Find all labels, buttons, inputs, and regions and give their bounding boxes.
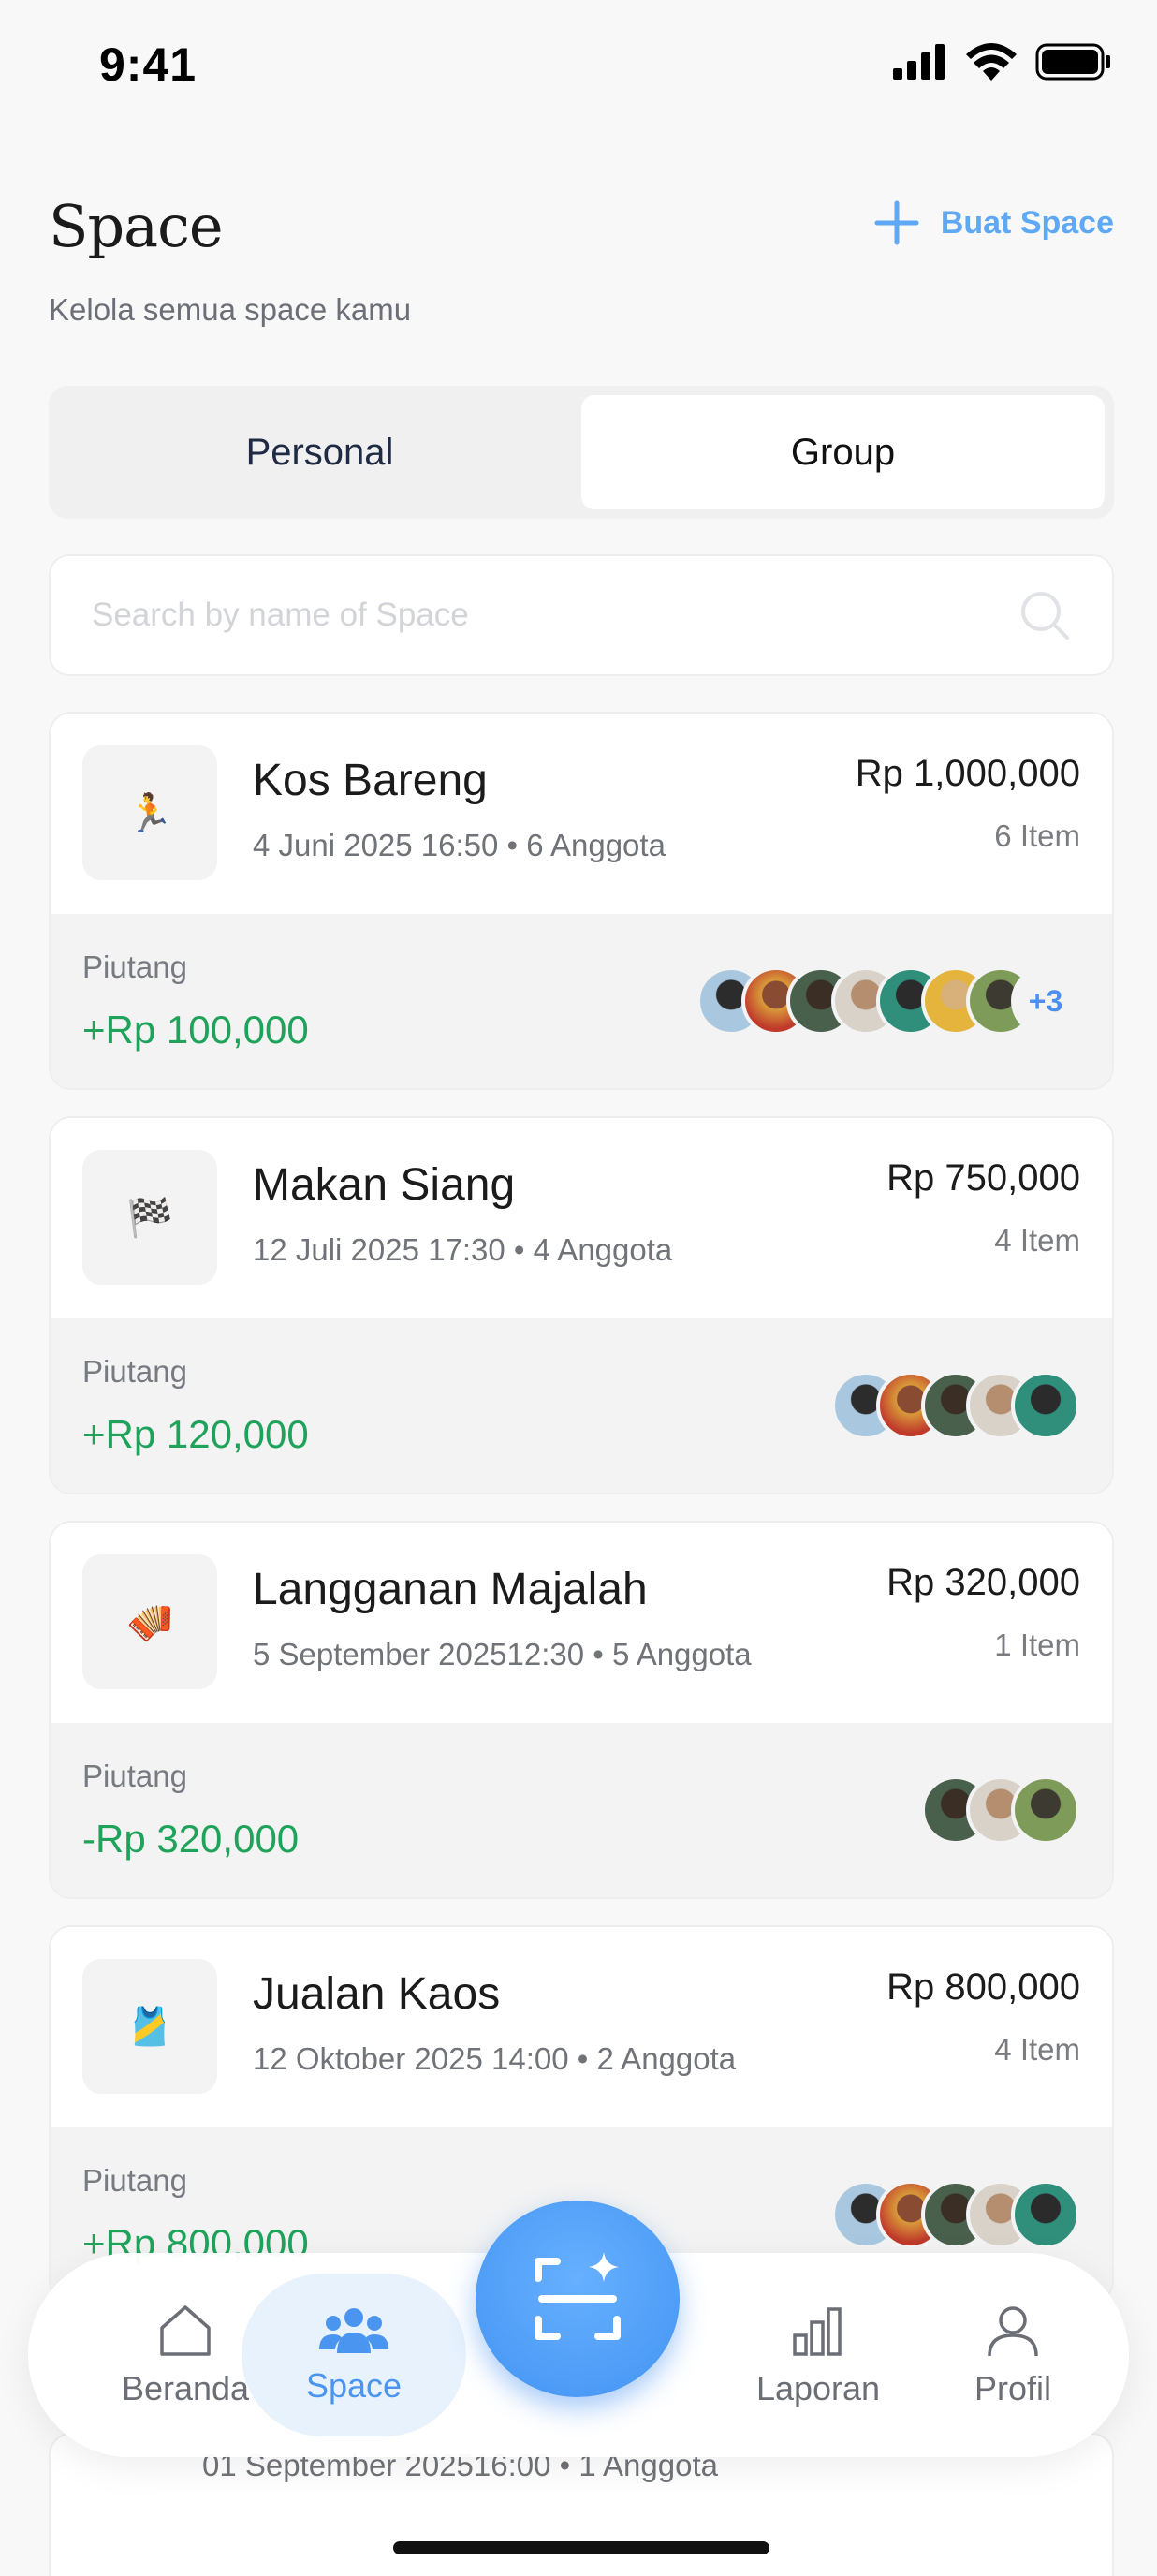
piutang-label: Piutang <box>82 1759 187 1793</box>
member-avatars <box>831 1371 1080 1440</box>
space-card-footer: Piutang +Rp 120,000 <box>51 1318 1112 1493</box>
tab-profil-label: Profil <box>974 2369 1052 2407</box>
space-total-amount: Rp 800,000 <box>886 1966 1080 2008</box>
space-card-header: 🏃 Kos Bareng 4 Juni 2025 16:50 • 6 Anggo… <box>51 714 1112 914</box>
piutang-amount: +Rp 120,000 <box>82 1412 309 1456</box>
space-meta: 5 September 202512:30 • 5 Anggota <box>253 1637 752 1671</box>
tab-profil[interactable]: Profil <box>901 2274 1125 2436</box>
member-avatars <box>831 2180 1080 2249</box>
users-icon <box>319 2308 388 2353</box>
space-name: Langganan Majalah <box>253 1565 648 1614</box>
page-header: Space Kelola semua space kamu Buat Space <box>49 192 1114 342</box>
tab-space[interactable]: Space <box>242 2274 466 2436</box>
plus-icon <box>874 200 919 245</box>
scan-sparkle-icon <box>535 2252 621 2340</box>
create-space-label: Buat Space <box>940 204 1114 241</box>
avatar <box>1011 1371 1080 1440</box>
space-item-count: 1 Item <box>994 1627 1080 1662</box>
space-card[interactable]: 🏁 Makan Siang 12 Juli 2025 17:30 • 4 Ang… <box>49 1116 1114 1494</box>
bar-chart-icon <box>793 2307 842 2356</box>
avatar <box>1011 1775 1080 1845</box>
piutang-label: Piutang <box>82 1354 187 1389</box>
space-type-toggle: Personal Group <box>49 386 1114 519</box>
space-card-header: 🏁 Makan Siang 12 Juli 2025 17:30 • 4 Ang… <box>51 1118 1112 1318</box>
home-indicator <box>393 2541 769 2554</box>
space-total-amount: Rp 320,000 <box>886 1562 1080 1603</box>
avatar <box>1011 2180 1080 2249</box>
tab-beranda-label: Beranda <box>121 2369 250 2407</box>
space-item-count: 6 Item <box>994 818 1080 853</box>
piutang-label: Piutang <box>82 2163 187 2198</box>
space-name: Kos Bareng <box>253 756 488 805</box>
space-name: Jualan Kaos <box>253 1969 501 2019</box>
running-person-icon: 🏃 <box>82 745 217 880</box>
tab-laporan-label: Laporan <box>755 2369 881 2407</box>
space-meta: 12 Oktober 2025 14:00 • 2 Anggota <box>253 2041 737 2076</box>
space-total-amount: Rp 1,000,000 <box>855 753 1080 794</box>
space-total-amount: Rp 750,000 <box>886 1157 1080 1199</box>
status-icons <box>893 43 1112 81</box>
space-list: 🏃 Kos Bareng 4 Juni 2025 16:50 • 6 Anggo… <box>49 712 1114 2330</box>
cellular-signal-icon <box>893 44 945 80</box>
space-card-header: 🎽 Jualan Kaos 12 Oktober 2025 14:00 • 2 … <box>51 1927 1112 2127</box>
space-card-footer: Piutang +Rp 100,000 +3 <box>51 914 1112 1088</box>
status-time: 9:41 <box>99 38 198 91</box>
checkered-flag-icon: 🏁 <box>82 1150 217 1285</box>
scan-button[interactable] <box>476 2201 680 2397</box>
create-space-button[interactable]: Buat Space <box>873 199 1114 246</box>
home-icon <box>160 2305 211 2356</box>
more-members-badge: +3 <box>1011 966 1080 1036</box>
member-avatars: +3 <box>696 966 1080 1036</box>
space-card-footer: Piutang -Rp 320,000 <box>51 1723 1112 1897</box>
space-meta: 12 Juli 2025 17:30 • 4 Anggota <box>253 1232 673 1267</box>
space-item-count: 4 Item <box>994 2032 1080 2067</box>
running-shirt-icon: 🎽 <box>82 1959 217 2094</box>
tab-personal[interactable]: Personal <box>58 395 581 509</box>
search-bar <box>49 554 1114 676</box>
space-card[interactable]: 🪗 Langganan Majalah 5 September 202512:3… <box>49 1521 1114 1899</box>
piutang-amount: -Rp 320,000 <box>82 1817 300 1861</box>
search-icon[interactable] <box>1018 589 1071 641</box>
wifi-icon <box>966 43 1017 81</box>
battery-icon <box>1035 43 1110 81</box>
user-icon <box>988 2306 1038 2357</box>
tab-group[interactable]: Group <box>581 395 1105 509</box>
tab-laporan[interactable]: Laporan <box>706 2274 930 2436</box>
page-subtitle: Kelola semua space kamu <box>49 292 412 327</box>
space-name: Makan Siang <box>253 1160 516 1210</box>
piutang-label: Piutang <box>82 949 187 984</box>
space-item-count: 4 Item <box>994 1223 1080 1258</box>
member-avatars <box>921 1775 1080 1845</box>
space-card-header: 🪗 Langganan Majalah 5 September 202512:3… <box>51 1523 1112 1723</box>
accordion-icon: 🪗 <box>82 1554 217 1689</box>
space-card[interactable]: 🏃 Kos Bareng 4 Juni 2025 16:50 • 6 Anggo… <box>49 712 1114 1090</box>
tab-space-label: Space <box>305 2366 403 2405</box>
space-meta: 4 Juni 2025 16:50 • 6 Anggota <box>253 828 666 862</box>
search-input[interactable] <box>92 596 1018 634</box>
piutang-amount: +Rp 100,000 <box>82 1008 309 1052</box>
status-bar: 9:41 <box>0 0 1157 131</box>
